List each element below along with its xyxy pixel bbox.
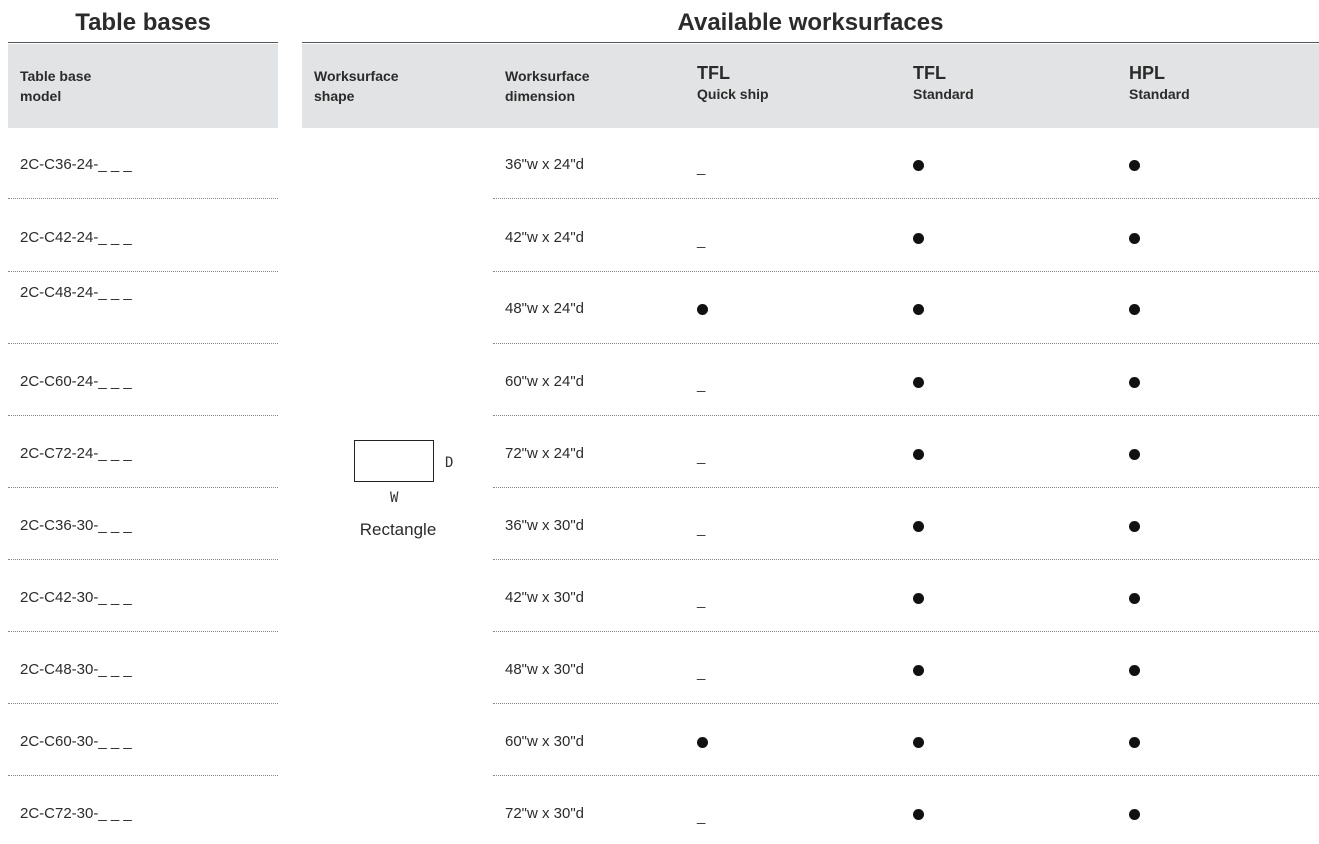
header-tfl-std-line2: Standard — [913, 86, 974, 102]
worksurface-dimension: 60"w x 30"d — [505, 733, 585, 750]
header-tfl-standard: TFL Standard — [913, 62, 974, 104]
row-separator — [8, 198, 278, 199]
row-separator — [493, 415, 1319, 416]
header-model-line1: Table base — [20, 68, 92, 84]
shape-depth-label: D — [445, 455, 454, 471]
available-dot-icon — [697, 737, 708, 748]
header-shape-line1: Worksurface — [314, 68, 399, 84]
available-dot-icon — [1129, 449, 1140, 460]
table-base-model: 2C-C48-24-_ _ _ — [20, 284, 132, 301]
row-separator — [493, 198, 1319, 199]
row-separator — [493, 775, 1319, 776]
unavailable-dash: _ — [697, 808, 706, 825]
worksurface-dimension: 42"w x 30"d — [505, 589, 585, 606]
available-dot-icon — [1129, 304, 1140, 315]
available-dot-icon — [1129, 233, 1140, 244]
table-base-model: 2C-C36-24-_ _ _ — [20, 156, 132, 173]
title-divider-right — [302, 42, 1319, 43]
row-separator — [8, 271, 278, 272]
header-dimension-line2: dimension — [505, 88, 576, 104]
available-dot-icon — [697, 304, 708, 315]
available-dot-icon — [913, 233, 924, 244]
available-dot-icon — [913, 521, 924, 532]
available-dot-icon — [913, 809, 924, 820]
table-bases-title: Table bases — [75, 9, 211, 36]
row-separator — [493, 703, 1319, 704]
header-hpl-std-line1: HPL — [1129, 63, 1165, 83]
worksurface-dimension: 72"w x 30"d — [505, 805, 585, 822]
table-base-model: 2C-C36-30-_ _ _ — [20, 517, 132, 534]
row-separator — [8, 559, 278, 560]
header-tfl-quick-ship: TFL Quick ship — [697, 62, 769, 104]
title-divider-left — [8, 42, 278, 43]
available-dot-icon — [1129, 809, 1140, 820]
table-base-model: 2C-C72-30-_ _ _ — [20, 805, 132, 822]
unavailable-dash: _ — [697, 664, 706, 681]
available-dot-icon — [1129, 593, 1140, 604]
worksurface-dimension: 42"w x 24"d — [505, 229, 585, 246]
table-base-model: 2C-C48-30-_ _ _ — [20, 661, 132, 678]
unavailable-dash: _ — [697, 448, 706, 465]
worksurface-dimension: 72"w x 24"d — [505, 445, 585, 462]
worksurface-dimension: 36"w x 30"d — [505, 517, 585, 534]
available-dot-icon — [1129, 665, 1140, 676]
available-dot-icon — [913, 593, 924, 604]
rectangle-shape-icon — [354, 440, 434, 482]
row-separator — [8, 343, 278, 344]
header-worksurface-shape: Worksurface shape — [314, 66, 399, 106]
row-separator — [493, 487, 1319, 488]
table-base-model: 2C-C60-24-_ _ _ — [20, 373, 132, 390]
header-hpl-std-line2: Standard — [1129, 86, 1190, 102]
available-dot-icon — [1129, 521, 1140, 532]
available-dot-icon — [913, 304, 924, 315]
worksurface-dimension: 60"w x 24"d — [505, 373, 585, 390]
table-base-model: 2C-C42-30-_ _ _ — [20, 589, 132, 606]
table-base-model: 2C-C60-30-_ _ _ — [20, 733, 132, 750]
unavailable-dash: _ — [697, 520, 706, 537]
available-dot-icon — [1129, 737, 1140, 748]
header-table-base-model: Table base model — [20, 66, 91, 106]
row-separator — [493, 559, 1319, 560]
shape-name-label: Rectangle — [359, 520, 437, 539]
row-separator — [493, 343, 1319, 344]
available-dot-icon — [913, 377, 924, 388]
header-hpl-standard: HPL Standard — [1129, 62, 1190, 104]
available-dot-icon — [913, 737, 924, 748]
worksurface-dimension: 48"w x 30"d — [505, 661, 585, 678]
row-separator — [8, 631, 278, 632]
available-worksurfaces-title: Available worksurfaces — [677, 9, 944, 36]
available-dot-icon — [913, 449, 924, 460]
row-separator — [8, 703, 278, 704]
table-base-model: 2C-C72-24-_ _ _ — [20, 445, 132, 462]
header-tfl-quick-line1: TFL — [697, 63, 730, 83]
header-model-line2: model — [20, 88, 62, 104]
table-base-model: 2C-C42-24-_ _ _ — [20, 229, 132, 246]
shape-width-label: W — [390, 490, 399, 506]
unavailable-dash: _ — [697, 159, 706, 176]
unavailable-dash: _ — [697, 232, 706, 249]
header-dimension-line1: Worksurface — [505, 68, 590, 84]
available-dot-icon — [1129, 160, 1140, 171]
available-dot-icon — [1129, 377, 1140, 388]
worksurface-dimension: 36"w x 24"d — [505, 156, 585, 173]
available-dot-icon — [913, 160, 924, 171]
row-separator — [8, 415, 278, 416]
unavailable-dash: _ — [697, 376, 706, 393]
row-separator — [8, 775, 278, 776]
row-separator — [493, 271, 1319, 272]
row-separator — [493, 631, 1319, 632]
header-worksurface-dimension: Worksurface dimension — [505, 66, 590, 106]
header-tfl-std-line1: TFL — [913, 63, 946, 83]
header-tfl-quick-line2: Quick ship — [697, 86, 769, 102]
available-dot-icon — [913, 665, 924, 676]
header-shape-line2: shape — [314, 88, 355, 104]
row-separator — [8, 487, 278, 488]
worksurface-dimension: 48"w x 24"d — [505, 300, 585, 317]
unavailable-dash: _ — [697, 592, 706, 609]
